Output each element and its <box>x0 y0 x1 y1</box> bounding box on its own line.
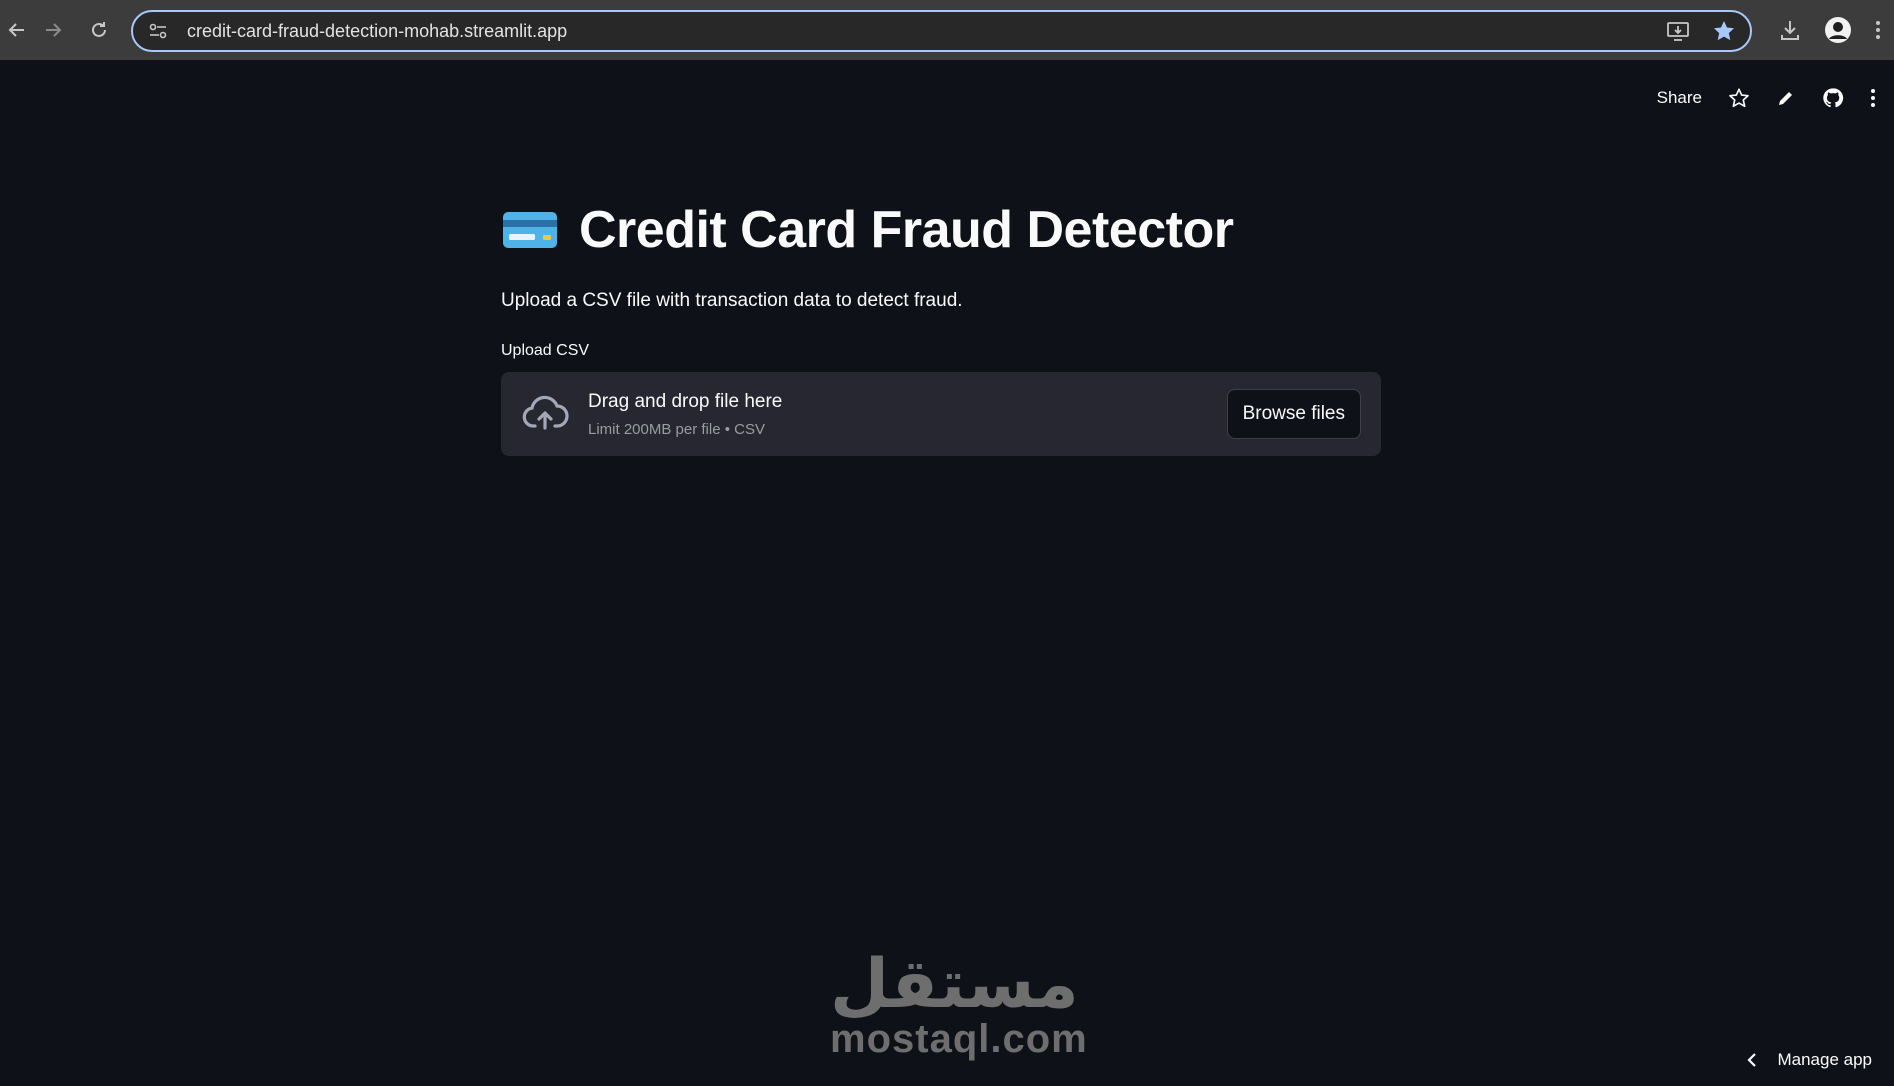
back-icon <box>8 23 24 37</box>
title-row: Credit Card Fraud Detector <box>501 200 1381 260</box>
manage-app-button[interactable]: Manage app <box>1747 1050 1872 1070</box>
forward-icon <box>46 23 62 37</box>
github-icon[interactable] <box>1822 87 1844 109</box>
page-subtitle: Upload a CSV file with transaction data … <box>501 290 963 311</box>
url-text[interactable]: credit-card-fraud-detection-mohab.stream… <box>187 21 1666 42</box>
file-dropzone[interactable]: Drag and drop file here Limit 200MB per … <box>501 372 1381 456</box>
credit-card-icon <box>503 212 557 248</box>
share-button[interactable]: Share <box>1657 88 1702 108</box>
forward-button[interactable] <box>30 7 76 53</box>
chrome-menu-icon[interactable] <box>1874 19 1882 41</box>
download-icon[interactable] <box>1778 18 1802 42</box>
profile-avatar-icon[interactable] <box>1824 16 1852 44</box>
cloud-upload-icon <box>522 395 569 430</box>
install-app-icon[interactable] <box>1666 19 1690 43</box>
dropzone-text: Drag and drop file here Limit 200MB per … <box>588 391 1227 438</box>
chevron-left-icon <box>1747 1053 1757 1067</box>
page-title: Credit Card Fraud Detector <box>579 201 1234 259</box>
manage-app-label: Manage app <box>1777 1050 1872 1069</box>
watermark-arabic: مستقل <box>830 945 1079 1024</box>
reload-button[interactable] <box>76 7 122 53</box>
watermark-latin: mostaql.com <box>830 1017 1088 1061</box>
streamlit-toolbar: Share <box>1657 82 1876 114</box>
watermark: مستقل mostaql.com <box>830 945 1088 1061</box>
reload-icon <box>92 22 106 37</box>
bookmark-star-icon[interactable] <box>1712 19 1736 43</box>
site-settings-icon[interactable] <box>147 20 169 42</box>
browser-toolbar: credit-card-fraud-detection-mohab.stream… <box>0 0 1894 60</box>
address-bar[interactable]: credit-card-fraud-detection-mohab.stream… <box>131 10 1752 52</box>
browse-files-button[interactable]: Browse files <box>1226 389 1361 439</box>
star-icon[interactable] <box>1728 87 1750 109</box>
file-limit-text: Limit 200MB per file • CSV <box>588 420 765 438</box>
edit-icon[interactable] <box>1776 88 1796 108</box>
main-content: Credit Card Fraud Detector Upload a CSV … <box>501 200 1381 456</box>
upload-label: Upload CSV <box>501 342 590 359</box>
more-vert-icon[interactable] <box>1870 88 1876 108</box>
drop-instructions: Drag and drop file here <box>588 390 783 412</box>
